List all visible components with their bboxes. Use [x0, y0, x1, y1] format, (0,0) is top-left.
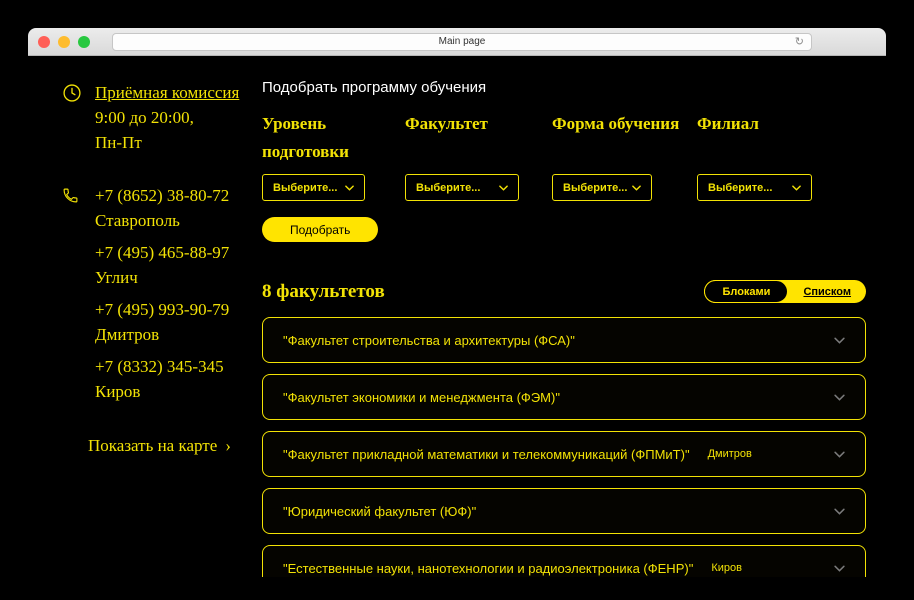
- clock-icon: [62, 80, 95, 155]
- admissions-block: Приёмная комиссия 9:00 до 20:00, Пн-Пт: [62, 80, 262, 155]
- select-branch[interactable]: Выберите...: [697, 174, 812, 201]
- list-view-button[interactable]: Списком: [788, 286, 866, 298]
- browser-window: Main page ↻ Приёмная комиссия 9:00 до 20…: [28, 28, 886, 577]
- results-header: 8 факультетов Блоками Списком: [262, 280, 866, 303]
- select-level-value: Выберите...: [273, 182, 337, 194]
- phone-city: Киров: [95, 379, 245, 404]
- close-button[interactable]: [38, 36, 50, 48]
- minimize-button[interactable]: [58, 36, 70, 48]
- faculty-row[interactable]: "Юридический факультет (ЮФ)": [262, 488, 866, 534]
- faculty-row[interactable]: "Факультет прикладной математики и телек…: [262, 431, 866, 477]
- chevron-down-icon: [834, 394, 845, 401]
- chevron-down-icon: [792, 185, 801, 191]
- chevron-down-icon: [834, 508, 845, 515]
- phone-city: Углич: [95, 265, 245, 290]
- admissions-days: Пн-Пт: [95, 130, 245, 155]
- filter-branch: Филиал Выберите...: [697, 110, 866, 201]
- faculty-city: Дмитров: [708, 448, 752, 460]
- select-faculty-value: Выберите...: [416, 182, 480, 194]
- select-form[interactable]: Выберите...: [552, 174, 652, 201]
- view-toggle: Блоками Списком: [704, 280, 866, 303]
- chevron-down-icon: [499, 185, 508, 191]
- filter-level: Уровень подготовки Выберите...: [262, 110, 405, 201]
- faculty-row[interactable]: "Естественные науки, нанотехнологии и ра…: [262, 545, 866, 577]
- faculty-city: Киров: [711, 562, 742, 574]
- filter-label-level: Уровень подготовки: [262, 110, 405, 166]
- filter-label-faculty: Факультет: [405, 110, 552, 166]
- admissions-hours: 9:00 до 20:00,: [95, 105, 245, 130]
- phone-city: Ставрополь: [95, 208, 245, 233]
- filter-faculty: Факультет Выберите...: [405, 110, 552, 201]
- chevron-down-icon: [345, 185, 354, 191]
- page-heading: Подобрать программу обучения: [262, 78, 866, 98]
- faculty-name: "Юридический факультет (ЮФ)": [283, 504, 476, 519]
- faculty-list: "Факультет строительства и архитектуры (…: [262, 317, 866, 577]
- reload-icon[interactable]: ↻: [795, 35, 804, 50]
- phone-number: +7 (495) 993-90-79: [95, 297, 245, 322]
- phones-block: +7 (8652) 38-80-72 Ставрополь +7 (495) 4…: [62, 183, 262, 411]
- faculty-name: "Факультет прикладной математики и телек…: [283, 447, 690, 462]
- program-filters: Уровень подготовки Выберите... Факультет…: [262, 110, 866, 201]
- faculties-count: 8 факультетов: [262, 281, 385, 303]
- phone-entry: +7 (495) 993-90-79 Дмитров: [95, 297, 245, 347]
- chevron-down-icon: [834, 451, 845, 458]
- show-on-map-label: Показать на карте: [88, 436, 217, 455]
- faculty-row[interactable]: "Факультет экономики и менеджмента (ФЭМ)…: [262, 374, 866, 420]
- select-level[interactable]: Выберите...: [262, 174, 365, 201]
- show-on-map-link[interactable]: Показать на карте ›: [88, 433, 262, 458]
- phone-number: +7 (8652) 38-80-72: [95, 183, 245, 208]
- faculty-name: "Естественные науки, нанотехнологии и ра…: [283, 561, 693, 576]
- submit-button[interactable]: Подобрать: [262, 217, 378, 242]
- chevron-down-icon: [632, 185, 641, 191]
- phone-number: +7 (495) 465-88-97: [95, 240, 245, 265]
- phone-entry: +7 (495) 465-88-97 Углич: [95, 240, 245, 290]
- phone-number: +7 (8332) 345-345: [95, 354, 245, 379]
- window-controls: [38, 36, 90, 48]
- chevron-right-icon: ›: [225, 436, 231, 455]
- main-column: Подобрать программу обучения Уровень под…: [262, 56, 886, 577]
- select-faculty[interactable]: Выберите...: [405, 174, 519, 201]
- phone-entry: +7 (8332) 345-345 Киров: [95, 354, 245, 404]
- select-form-value: Выберите...: [563, 182, 627, 194]
- admissions-link[interactable]: Приёмная комиссия: [95, 83, 239, 102]
- phone-city: Дмитров: [95, 322, 245, 347]
- contact-sidebar: Приёмная комиссия 9:00 до 20:00, Пн-Пт +…: [28, 56, 262, 577]
- faculty-name: "Факультет экономики и менеджмента (ФЭМ)…: [283, 390, 560, 405]
- chevron-down-icon: [834, 337, 845, 344]
- faculty-row[interactable]: "Факультет строительства и архитектуры (…: [262, 317, 866, 363]
- blocks-view-button[interactable]: Блоками: [704, 280, 788, 303]
- filter-label-form: Форма обучения: [552, 110, 697, 166]
- select-branch-value: Выберите...: [708, 182, 772, 194]
- phone-icon: [62, 183, 95, 411]
- filter-form: Форма обучения Выберите...: [552, 110, 697, 201]
- filter-label-branch: Филиал: [697, 110, 866, 166]
- chevron-down-icon: [834, 565, 845, 572]
- address-bar[interactable]: Main page ↻: [112, 33, 812, 51]
- page-content: Приёмная комиссия 9:00 до 20:00, Пн-Пт +…: [28, 56, 886, 577]
- browser-chrome: Main page ↻: [28, 28, 886, 56]
- faculty-name: "Факультет строительства и архитектуры (…: [283, 333, 575, 348]
- phone-entry: +7 (8652) 38-80-72 Ставрополь: [95, 183, 245, 233]
- page-title: Main page: [439, 36, 486, 47]
- maximize-button[interactable]: [78, 36, 90, 48]
